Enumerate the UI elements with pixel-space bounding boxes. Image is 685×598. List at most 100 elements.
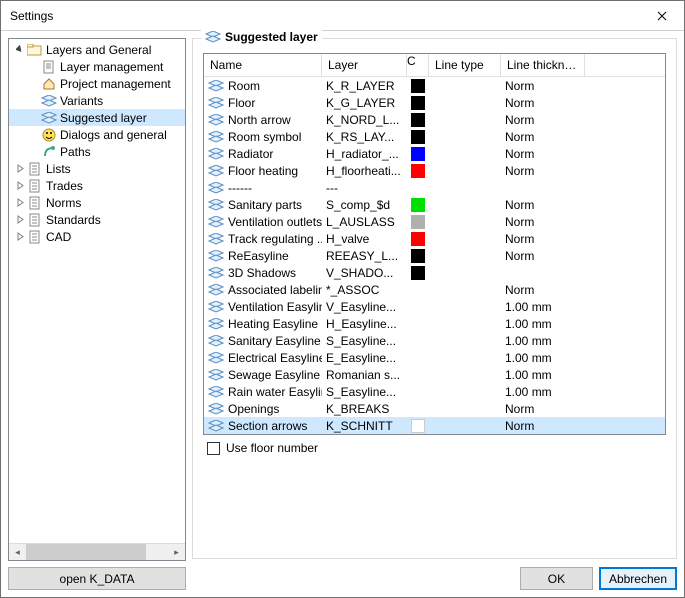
layer-icon <box>208 216 224 228</box>
tree-item-project-management[interactable]: Project management <box>9 75 185 92</box>
tree-label: Paths <box>60 145 91 159</box>
th-name[interactable]: Name <box>204 54 322 76</box>
use-floor-number-row[interactable]: Use floor number <box>203 441 666 455</box>
expander-closed-icon[interactable] <box>13 179 27 193</box>
table-row[interactable]: Floor heatingH_floorheati...Norm <box>204 162 665 179</box>
table-row[interactable]: 3D ShadowsV_SHADO... <box>204 264 665 281</box>
tree-item-suggested-layer[interactable]: Suggested layer <box>9 109 185 126</box>
cell-linethickness: 1.00 mm <box>501 298 585 315</box>
window-title: Settings <box>10 9 53 23</box>
tree[interactable]: Layers and General Layer managementProje… <box>9 39 185 543</box>
scroll-right-icon[interactable]: ▸ <box>168 544 185 560</box>
table-row[interactable]: Electrical EasylineE_Easyline...1.00 mm <box>204 349 665 366</box>
open-kdata-button[interactable]: open K_DATA <box>8 567 186 590</box>
cell-linetype <box>429 145 501 162</box>
group-title: Suggested layer <box>201 30 322 44</box>
row-name-label: Section arrows <box>228 419 307 433</box>
tree-item-standards[interactable]: Standards <box>9 211 185 228</box>
table-row[interactable]: ReEasylineREEASY_L...Norm <box>204 247 665 264</box>
table-row[interactable]: Heating EasylineH_Easyline...1.00 mm <box>204 315 665 332</box>
table-row[interactable]: Sanitary EasylineS_Easyline...1.00 mm <box>204 332 665 349</box>
table-row[interactable]: Section arrowsK_SCHNITTNorm <box>204 417 665 434</box>
settings-window: Settings Layers and General <box>0 0 685 598</box>
doc-icon <box>27 212 43 228</box>
path-icon <box>41 144 57 160</box>
expander-closed-icon[interactable] <box>13 213 27 227</box>
color-swatch <box>411 164 425 178</box>
close-button[interactable] <box>639 1 684 30</box>
expander-open-icon[interactable] <box>13 43 27 57</box>
table-row[interactable]: FloorK_G_LAYERNorm <box>204 94 665 111</box>
color-swatch <box>411 419 425 433</box>
table-row[interactable]: RoomK_R_LAYERNorm <box>204 77 665 94</box>
layer-icon <box>205 31 221 43</box>
cell-linethickness: Norm <box>501 247 585 264</box>
cell-color <box>407 179 429 196</box>
cell-linetype <box>429 332 501 349</box>
tree-item-layer-management[interactable]: Layer management <box>9 58 185 75</box>
tree-item-dialogs-and-general[interactable]: Dialogs and general <box>9 126 185 143</box>
cell-linethickness: Norm <box>501 128 585 145</box>
cell-linetype <box>429 77 501 94</box>
cell-color <box>407 366 429 383</box>
table-row[interactable]: --------- <box>204 179 665 196</box>
expander-closed-icon[interactable] <box>13 196 27 210</box>
tree-item-lists[interactable]: Lists <box>9 160 185 177</box>
tree-h-scrollbar[interactable]: ◂ ▸ <box>9 543 185 560</box>
cell-color <box>407 298 429 315</box>
tree-root-layers-general[interactable]: Layers and General <box>9 41 185 58</box>
cell-name: Rain water Easyline <box>204 383 322 400</box>
row-name-label: Room symbol <box>228 130 301 144</box>
th-linethickness[interactable]: Line thickness <box>501 54 585 76</box>
table-row[interactable]: Sewage EasylineRomanian s...1.00 mm <box>204 366 665 383</box>
cell-layer: K_G_LAYER <box>322 94 407 111</box>
cell-layer: H_radiator_... <box>322 145 407 162</box>
color-swatch <box>411 266 425 280</box>
layer-icon <box>208 97 224 109</box>
cell-linetype <box>429 213 501 230</box>
table-row[interactable]: Track regulating ...H_valveNorm <box>204 230 665 247</box>
expander-closed-icon[interactable] <box>13 230 27 244</box>
cell-color <box>407 213 429 230</box>
table-row[interactable]: Ventilation outletsL_AUSLASSNorm <box>204 213 665 230</box>
tree-item-paths[interactable]: Paths <box>9 143 185 160</box>
cell-color <box>407 383 429 400</box>
row-name-label: Radiator <box>228 147 273 161</box>
cell-linethickness: Norm <box>501 213 585 230</box>
layer-icon <box>208 199 224 211</box>
ok-button[interactable]: OK <box>520 567 593 590</box>
th-linetype[interactable]: Line type <box>429 54 501 76</box>
table-row[interactable]: North arrowK_NORD_L...Norm <box>204 111 665 128</box>
tree-item-variants[interactable]: Variants <box>9 92 185 109</box>
table-row[interactable]: Ventilation EasylineV_Easyline...1.00 mm <box>204 298 665 315</box>
table-row[interactable]: Room symbolK_RS_LAY...Norm <box>204 128 665 145</box>
titlebar: Settings <box>1 1 684 31</box>
table-row[interactable]: OpeningsK_BREAKSNorm <box>204 400 665 417</box>
tree-item-cad[interactable]: CAD <box>9 228 185 245</box>
cell-layer: --- <box>322 179 407 196</box>
cell-name: Ventilation Easyline <box>204 298 322 315</box>
table-row[interactable]: Rain water EasylineS_Easyline...1.00 mm <box>204 383 665 400</box>
scroll-thumb[interactable] <box>26 544 146 560</box>
cell-layer: V_SHADO... <box>322 264 407 281</box>
use-floor-number-checkbox[interactable] <box>207 442 220 455</box>
cell-linethickness: Norm <box>501 94 585 111</box>
folder-icon <box>27 42 43 58</box>
cell-linetype <box>429 162 501 179</box>
table-row[interactable]: Sanitary partsS_comp_$dNorm <box>204 196 665 213</box>
cell-layer: S_Easyline... <box>322 332 407 349</box>
expander-closed-icon[interactable] <box>13 162 27 176</box>
th-color[interactable]: C <box>407 54 429 76</box>
table-row[interactable]: RadiatorH_radiator_...Norm <box>204 145 665 162</box>
tree-item-norms[interactable]: Norms <box>9 194 185 211</box>
cell-linetype <box>429 349 501 366</box>
cancel-button[interactable]: Abbrechen <box>599 567 677 590</box>
color-swatch <box>411 215 425 229</box>
scroll-left-icon[interactable]: ◂ <box>9 544 26 560</box>
table-row[interactable]: Associated labeling*_ASSOCNorm <box>204 281 665 298</box>
tree-item-trades[interactable]: Trades <box>9 177 185 194</box>
doc-icon <box>27 195 43 211</box>
cell-layer: H_valve <box>322 230 407 247</box>
th-layer[interactable]: Layer <box>322 54 407 76</box>
cell-linethickness: Norm <box>501 230 585 247</box>
